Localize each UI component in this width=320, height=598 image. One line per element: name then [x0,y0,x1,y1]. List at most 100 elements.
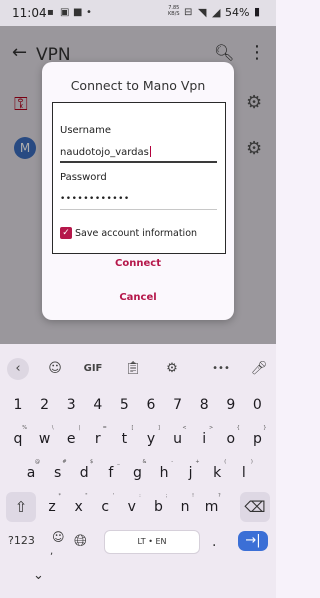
key-n[interactable]: n! [174,492,196,522]
mic-icon[interactable]: 🎤︎ [248,358,270,380]
image-notification-icon: ▣ [60,7,70,18]
backspace-icon[interactable]: ⌫ [240,492,270,522]
gif-button[interactable]: GIF [82,358,104,380]
signal-icon: ◢ [212,6,221,19]
save-account-label[interactable]: Save account information [75,228,197,239]
key-s[interactable]: s # [47,458,69,488]
key-alt-label: _ [117,459,120,465]
key-alt-label: > [208,425,214,431]
key-7[interactable]: 7 [167,390,189,420]
key-6[interactable]: 6 [140,390,162,420]
key-3[interactable]: 3 [60,390,82,420]
key-d[interactable]: d $ [73,458,95,488]
key-0[interactable]: 0 [246,390,268,420]
key-alt-label: ( [224,459,227,465]
key-i[interactable]: i > [193,424,215,454]
key-1[interactable]: 1 [7,390,29,420]
key-q[interactable]: q% [7,424,29,454]
vibrate-icon: ⊟ [184,7,193,18]
key-8[interactable]: 8 [193,390,215,420]
dialog-title: Connect to Mano Vpn [70,78,206,93]
keyboard-back-icon[interactable]: ‹ [7,358,29,380]
key-t[interactable]: t[ [113,424,135,454]
text-cursor [149,146,151,157]
key-alt-label: ] [158,425,160,431]
credentials-form: Username naudotojo_vardas Password •••••… [52,102,226,254]
key-alt-label: { [236,425,240,431]
key-alt-label: ) [250,459,253,465]
key-alt-label: + [195,459,200,465]
key-9[interactable]: 9 [220,390,242,420]
key-m[interactable]: m? [201,492,223,522]
username-label: Username [60,125,111,136]
key-g[interactable]: g & [126,458,148,488]
emoji-icon[interactable]: ☺ [52,530,65,544]
key-alt-label: } [263,425,267,431]
status-time: 11:04 [12,6,47,20]
key-alt-label: ! [191,493,194,499]
key-b[interactable]: b; [147,492,169,522]
key-v[interactable]: v: [121,492,143,522]
key-2[interactable]: 2 [34,390,56,420]
symbols-key[interactable]: ?123 [8,534,35,547]
cancel-button[interactable]: Cancel [42,292,234,303]
battery-percent: 54% [225,6,250,19]
period-key[interactable]: . [212,534,216,550]
key-e[interactable]: e | [60,424,82,454]
key-4[interactable]: 4 [87,390,109,420]
key-alt-label: " [85,493,88,499]
key-k[interactable]: k( [206,458,228,488]
key-r[interactable]: r = [87,424,109,454]
clipboard-icon[interactable]: 📋︎ [122,358,144,380]
key-w[interactable]: w \ [34,424,56,454]
connect-button[interactable]: Connect [42,258,234,269]
globe-icon[interactable]: 🌐︎ [74,531,87,551]
square-notification-icon: ■ [73,7,83,18]
comma-key[interactable]: , [50,546,53,557]
key-p[interactable]: p} [246,424,268,454]
sticker-icon[interactable]: ☺ [44,358,66,380]
more-button[interactable]: ••• [210,358,232,380]
hide-keyboard-icon[interactable]: ⌄ [33,568,44,583]
key-z[interactable]: z * [41,492,63,522]
key-alt-label: @ [35,459,40,465]
key-alt-label: ; [165,493,168,499]
key-alt-label: $ [90,459,94,465]
key-x[interactable]: x " [68,492,90,522]
username-underline [60,161,217,163]
key-o[interactable]: o{ [220,424,242,454]
key-h[interactable]: h- [153,458,175,488]
key-alt-label: | [78,425,81,431]
username-field[interactable]: naudotojo_vardas [60,146,216,158]
key-a[interactable]: a @ [20,458,42,488]
save-account-checkbox[interactable]: ✓ [60,227,72,239]
key-alt-label: * [58,493,62,499]
battery-icon: ▮ [254,5,261,18]
key-c[interactable]: c ' [94,492,116,522]
key-5[interactable]: 5 [113,390,135,420]
password-label: Password [60,172,107,183]
key-alt-label: = [102,425,107,431]
settings-icon[interactable]: ⚙ [161,358,183,380]
key-alt-label: - [171,459,173,465]
sim-icon: ▪ [47,7,54,18]
key-alt-label: # [62,459,67,465]
key-alt-label: ? [217,493,221,499]
dot-icon: • [86,7,92,18]
key-alt-label: ' [112,493,115,499]
password-underline [60,209,217,210]
key-alt-label: : [139,493,141,499]
key-alt-label: < [182,425,187,431]
key-j[interactable]: j + [180,458,202,488]
key-alt-label: & [142,459,147,465]
key-y[interactable]: y] [140,424,162,454]
space-key[interactable]: LT • EN [104,530,200,554]
shift-icon[interactable]: ⇧ [6,492,36,522]
password-field[interactable]: •••••••••••• [60,194,130,204]
enter-icon[interactable]: →| [238,531,268,551]
connect-dialog: Connect to Mano Vpn Username naudotojo_v… [42,62,234,320]
key-l[interactable]: l) [233,458,255,488]
key-f[interactable]: f _ [100,458,122,488]
key-u[interactable]: u < [167,424,189,454]
key-alt-label: [ [131,425,134,431]
